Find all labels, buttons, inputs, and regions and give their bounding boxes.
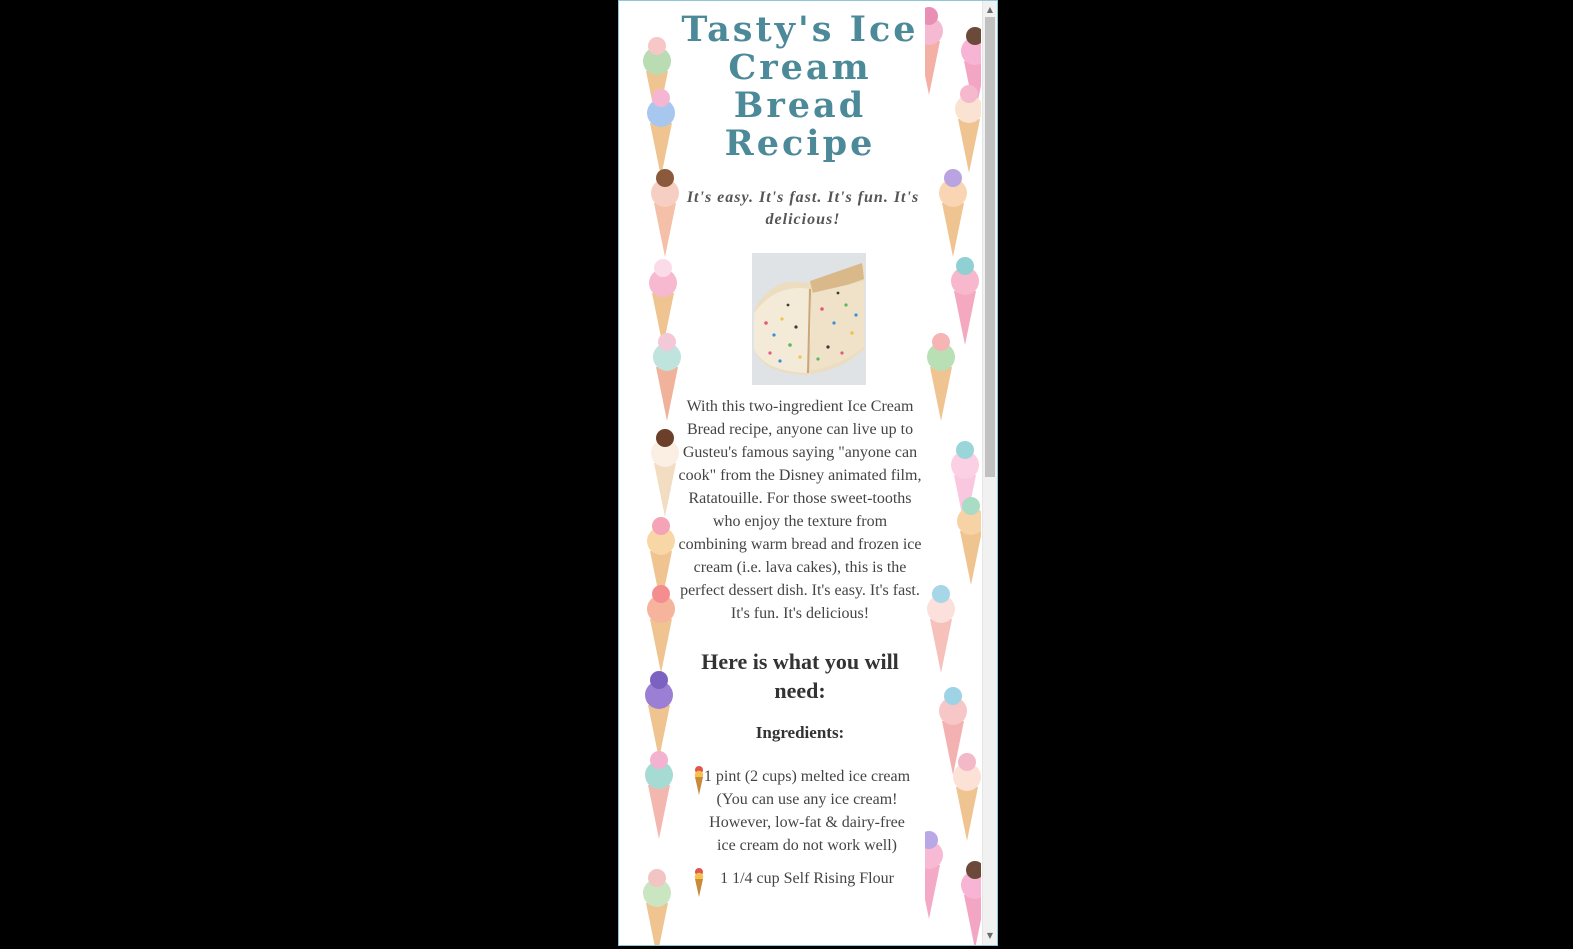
ice-cream-cone-icon xyxy=(955,861,981,945)
ice-cream-cone-icon xyxy=(933,169,973,259)
ice-cream-cone-icon xyxy=(949,85,981,175)
ingredients-heading: Ingredients: xyxy=(755,723,845,742)
ice-cream-cone-icon xyxy=(694,766,704,795)
ice-cream-cone-icon xyxy=(637,869,677,945)
ice-cream-cone-icon xyxy=(925,585,961,675)
ice-cream-bread-photo xyxy=(752,253,866,385)
ice-cream-cone-icon xyxy=(694,868,704,897)
list-item: 1 pint (2 cups) melted ice cream (You ca… xyxy=(675,765,925,857)
recipe-content: Tasty's Ice Cream Bread Recipe It's easy… xyxy=(675,1,925,900)
ice-cream-cone-icon xyxy=(945,257,981,347)
ice-cream-pattern-right xyxy=(925,1,981,945)
ice-cream-cone-icon xyxy=(639,671,679,761)
ice-cream-cone-icon xyxy=(925,831,949,921)
ice-cream-cone-icon xyxy=(925,7,949,97)
ingredients-list: 1 pint (2 cups) melted ice cream (You ca… xyxy=(675,765,925,897)
ice-cream-cone-icon xyxy=(925,333,961,423)
ice-cream-cone-icon xyxy=(951,497,981,587)
needs-heading: Here is what you will need: xyxy=(701,649,899,703)
ice-cream-cone-icon xyxy=(639,751,679,841)
scroll-down-icon[interactable]: ▼ xyxy=(983,929,997,943)
ingredient-text: 1 1/4 cup Self Rising Flour xyxy=(720,870,894,887)
recipe-intro: With this two-ingredient Ice Cream Bread… xyxy=(678,398,922,622)
tagline: It's easy. It's fast. It's fun. It's del… xyxy=(686,189,920,228)
ingredient-text: 1 pint (2 cups) melted ice cream (You ca… xyxy=(703,768,911,854)
list-item: 1 1/4 cup Self Rising Flour xyxy=(675,867,925,897)
page-title: Tasty's Ice Cream Bread Recipe xyxy=(681,9,919,164)
scroll-up-icon[interactable]: ▲ xyxy=(983,3,997,17)
scrollbar-thumb[interactable] xyxy=(985,17,995,477)
ice-cream-cone-icon xyxy=(947,753,981,843)
vertical-scrollbar[interactable]: ▲ ▼ xyxy=(982,1,997,945)
browser-viewport: Tasty's Ice Cream Bread Recipe It's easy… xyxy=(618,0,998,946)
